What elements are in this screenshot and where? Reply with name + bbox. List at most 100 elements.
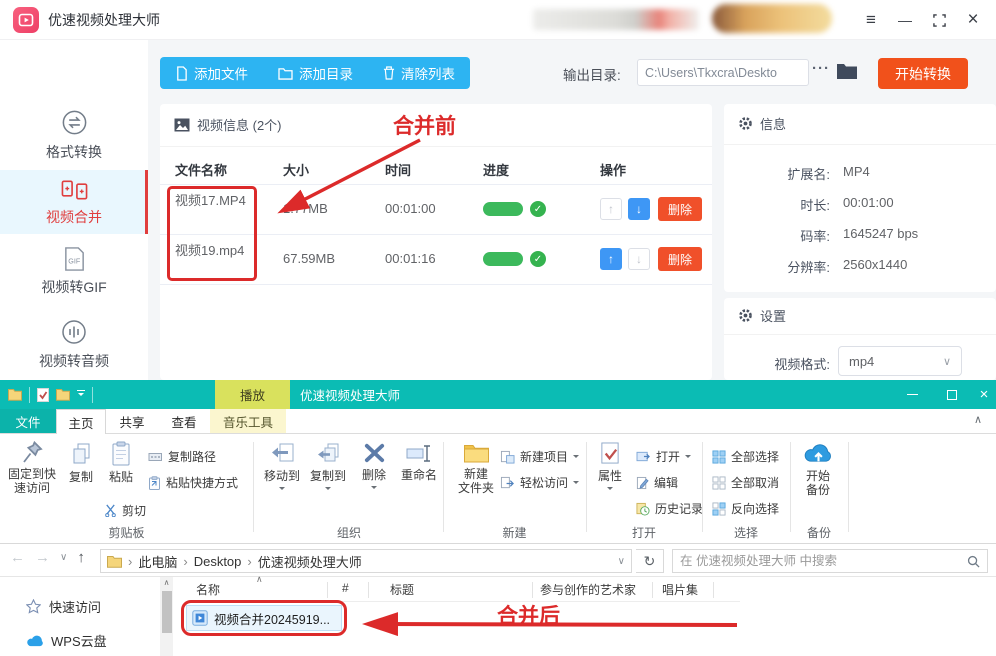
select-all-button[interactable]: 全部选择 [712, 448, 779, 465]
column-header-number[interactable]: # [342, 581, 349, 595]
button-label: 轻松访问 [520, 474, 568, 491]
search-box[interactable] [672, 549, 988, 573]
sidebar-item-quick-access[interactable]: 快速访问 [26, 597, 101, 616]
qat-dropdown-icon[interactable] [77, 390, 85, 399]
play-contextual-tab[interactable]: 播放 [215, 380, 290, 409]
easy-access-icon [500, 476, 515, 490]
refresh-icon[interactable]: ↻ [636, 549, 664, 573]
cloud-backup-icon [802, 441, 835, 466]
chevron-down-icon [573, 481, 579, 487]
easy-access-button[interactable]: 轻松访问 [500, 474, 579, 491]
copy-path-icon [148, 451, 163, 463]
sidebar-item-video-to-gif[interactable]: GIF 视频转GIF [0, 244, 148, 300]
forward-icon[interactable]: → [35, 549, 50, 566]
add-directory-button[interactable]: 添加目录 [263, 57, 368, 89]
properties-icon [599, 441, 621, 466]
tab-share[interactable]: 共享 [106, 409, 158, 433]
divider [652, 582, 653, 598]
cut-button[interactable]: 剪切 [104, 502, 146, 519]
button-label: 粘贴 [109, 470, 133, 484]
crumb-separator: › [247, 554, 251, 569]
scrollbar[interactable]: ∧ [160, 577, 173, 656]
column-header-artists[interactable]: 参与创作的艺术家 [540, 581, 636, 598]
new-folder-button[interactable]: 新建 文件夹 [452, 441, 500, 496]
sidebar-item-label: 视频转GIF [0, 277, 148, 297]
back-icon[interactable]: ← [10, 549, 25, 566]
trash-icon [383, 66, 395, 80]
properties-button[interactable]: 属性 [592, 441, 628, 493]
video-format-select[interactable]: mp4 ∨ [838, 346, 962, 376]
move-up-button[interactable]: ↑ [600, 248, 622, 270]
new-item-button[interactable]: 新建项目 [500, 448, 579, 465]
scrollbar-thumb[interactable] [162, 591, 172, 633]
column-header-title[interactable]: 标题 [390, 581, 414, 598]
sidebar-item-video-merge[interactable]: 视频合并 [0, 170, 148, 234]
column-header-name[interactable]: 名称 [196, 581, 220, 598]
minimize-icon[interactable]: — [888, 0, 922, 40]
copy-to-button[interactable]: 复制到 [306, 442, 350, 493]
up-icon[interactable]: ↑ [77, 549, 85, 566]
properties-check-icon[interactable] [37, 388, 49, 402]
move-to-button[interactable]: 移动到 [260, 442, 304, 493]
folder-icon[interactable] [8, 388, 22, 401]
add-file-button[interactable]: 添加文件 [160, 57, 263, 89]
edit-button[interactable]: 编辑 [636, 474, 678, 491]
sidebar-item-video-to-audio[interactable]: 视频转音频 [0, 316, 148, 372]
folder-icon[interactable] [56, 388, 70, 401]
delete-button[interactable]: 删除 [658, 247, 702, 271]
breadcrumb-this-pc[interactable]: 此电脑 [138, 552, 177, 571]
tab-home[interactable]: 主页 [56, 409, 106, 435]
button-label: 复制 [69, 470, 93, 484]
clear-list-button[interactable]: 清除列表 [368, 57, 470, 89]
open-button[interactable]: 打开 [636, 448, 691, 465]
rename-button[interactable]: 重命名 [396, 442, 442, 482]
sidebar-item-format-convert[interactable]: 格式转换 [0, 106, 148, 162]
address-bar[interactable]: › 此电脑 › Desktop › 优速视频处理大师 ∨ [100, 549, 632, 573]
sort-ascending-icon: ∧ [256, 574, 263, 585]
collapse-ribbon-icon[interactable]: ∧ [974, 413, 982, 426]
close-icon[interactable]: × [972, 380, 996, 409]
tab-music-tools[interactable]: 音乐工具 [210, 409, 286, 433]
history-button[interactable]: 历史记录 [636, 500, 703, 517]
delete-button[interactable]: 删除 [354, 442, 394, 492]
app-title: 优速视频处理大师 [48, 10, 160, 30]
folder-icon [278, 67, 293, 80]
scroll-up-icon[interactable]: ∧ [160, 577, 173, 589]
search-icon[interactable] [967, 555, 980, 568]
paste-shortcut-button[interactable]: 粘贴快捷方式 [148, 474, 238, 491]
button-label: 打开 [656, 448, 680, 465]
breadcrumb-desktop[interactable]: Desktop [194, 554, 242, 569]
delete-button[interactable]: 删除 [658, 197, 702, 221]
invert-selection-button[interactable]: 反向选择 [712, 500, 779, 517]
move-down-button[interactable]: ↓ [628, 248, 650, 270]
col-progress: 进度 [483, 160, 509, 179]
recent-locations-icon[interactable]: ∨ [60, 552, 67, 563]
settings-panel: 设置 视频格式: mp4 ∨ [724, 298, 996, 380]
select-none-button[interactable]: 全部取消 [712, 474, 779, 491]
tab-file[interactable]: 文件 [0, 409, 56, 433]
pin-to-quick-access-button[interactable]: 固定到快 速访问 [4, 440, 60, 496]
close-icon[interactable]: × [956, 0, 990, 40]
output-dir-input[interactable] [637, 59, 809, 86]
minimize-icon[interactable] [892, 380, 932, 409]
search-input[interactable] [680, 554, 967, 568]
browse-more-button[interactable]: ··· [812, 60, 830, 77]
chevron-down-icon[interactable]: ∨ [618, 556, 625, 567]
copy-path-button[interactable]: 复制路径 [148, 448, 216, 465]
copy-button[interactable]: 复制 [62, 442, 100, 484]
pushpin-icon [21, 440, 43, 464]
maximize-icon[interactable] [932, 380, 972, 409]
start-backup-button[interactable]: 开始 备份 [796, 441, 840, 498]
move-down-button[interactable]: ↓ [628, 198, 650, 220]
app-window-controls: ≡ — × [854, 0, 990, 40]
move-up-button[interactable]: ↑ [600, 198, 622, 220]
maximize-icon[interactable] [922, 0, 956, 40]
sidebar-item-wps-cloud[interactable]: WPS云盘 [26, 631, 107, 650]
open-folder-icon[interactable] [836, 62, 858, 80]
paste-button[interactable]: 粘贴 [101, 441, 141, 484]
menu-icon[interactable]: ≡ [854, 0, 888, 40]
breadcrumb-current-folder[interactable]: 优速视频处理大师 [258, 552, 362, 571]
start-convert-button[interactable]: 开始转换 [878, 58, 968, 89]
column-header-album[interactable]: 唱片集 [662, 581, 698, 598]
tab-view[interactable]: 查看 [158, 409, 210, 433]
